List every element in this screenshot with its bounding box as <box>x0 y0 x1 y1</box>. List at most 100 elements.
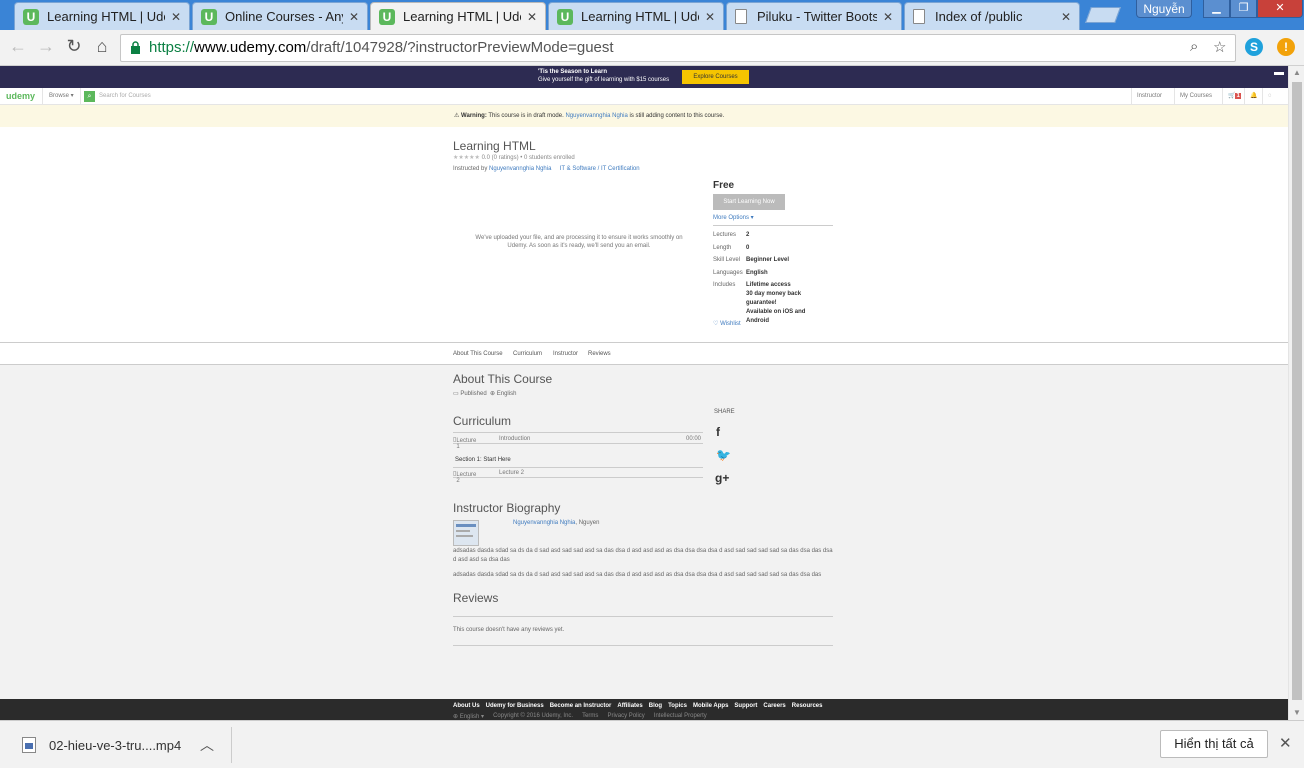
document-icon <box>913 9 925 24</box>
tab-title: Index of /public <box>935 9 1023 24</box>
video-file-icon[interactable] <box>22 737 36 753</box>
tab-3-active[interactable]: U Learning HTML | Udem ✕ <box>370 2 546 30</box>
facebook-icon[interactable]: f <box>716 425 720 439</box>
footer-link[interactable]: Careers <box>763 703 785 709</box>
tab-5[interactable]: Piluku - Twitter Boots ✕ <box>726 2 902 30</box>
course-header: Learning HTML ★★★★★ 0.0 (0 ratings) • 0 … <box>0 127 1288 343</box>
reviews-empty: This course doesn't have any reviews yet… <box>453 627 565 633</box>
download-filename[interactable]: 02-hieu-ve-3-tru....mp4 <box>49 738 181 753</box>
chevron-up-icon[interactable]: ︿ <box>200 735 214 755</box>
skype-extension-icon[interactable]: S <box>1245 38 1263 56</box>
back-icon[interactable]: ← <box>6 36 30 57</box>
footer-link[interactable]: Udemy for Business <box>486 703 544 709</box>
warning-text-after: is still adding content to this course. <box>629 113 725 119</box>
browse-menu[interactable]: Browse ▾ <box>42 88 81 105</box>
close-icon[interactable]: ✕ <box>883 10 893 24</box>
download-shelf: 02-hieu-ve-3-tru....mp4 ︿ Hiển thị tất c… <box>0 720 1304 768</box>
privacy-link[interactable]: Privacy Policy <box>607 713 644 720</box>
forward-icon[interactable]: → <box>34 36 58 57</box>
show-all-button[interactable]: Hiển thị tất cả <box>1160 730 1268 758</box>
reload-icon[interactable]: ↻ <box>62 36 86 57</box>
scroll-up-icon[interactable]: ▲ <box>1289 66 1304 80</box>
bookmark-star-icon[interactable]: ☆ <box>1213 38 1226 56</box>
copyright: Copyright © 2016 Udemy, Inc. <box>493 713 574 719</box>
twitter-icon[interactable]: 🐦 <box>716 448 731 462</box>
udemy-logo[interactable]: udemy <box>6 91 35 101</box>
footer-legal: ⊕ English ▾ Copyright © 2016 Udemy, Inc.… <box>453 713 707 720</box>
category-link[interactable]: IT & Software / IT Certification <box>560 166 640 172</box>
window-close-button[interactable]: ✕ <box>1257 0 1303 18</box>
wishlist-button[interactable]: ♡ Wishlist <box>713 320 741 327</box>
close-icon[interactable]: ✕ <box>171 10 181 24</box>
my-courses-link[interactable]: My Courses <box>1174 88 1217 105</box>
url-path: /draft/1047928/?instructorPreviewMode=gu… <box>306 39 614 56</box>
instructor-link[interactable]: Instructor <box>1131 88 1167 105</box>
close-icon[interactable]: ✕ <box>705 10 715 24</box>
warning-label: Warning: <box>461 113 487 119</box>
instructor-avatar[interactable] <box>453 520 479 546</box>
subnav-instructor[interactable]: Instructor <box>553 351 578 357</box>
course-title: Learning HTML <box>453 139 536 153</box>
subnav-reviews[interactable]: Reviews <box>588 351 611 357</box>
footer-link[interactable]: Topics <box>668 703 687 709</box>
subnav-about[interactable]: About This Course <box>453 351 503 357</box>
search-input[interactable]: Search for Courses <box>99 93 151 99</box>
minimize-banner-icon[interactable]: ▬ <box>1274 67 1284 78</box>
ip-link[interactable]: Intellectual Property <box>654 713 707 720</box>
footer-link[interactable]: Resources <box>792 703 823 709</box>
tab-4[interactable]: U Learning HTML | Udem ✕ <box>548 2 724 30</box>
udemy-icon: U <box>557 8 573 25</box>
course-specs: Lectures 2 Length 0 Skill Level Beginner Le… <box>713 232 806 324</box>
tab-6[interactable]: Index of /public ✕ <box>904 2 1080 30</box>
search-icon[interactable]: ⌕ <box>84 91 95 102</box>
minimize-button[interactable]: ▁ <box>1203 0 1230 18</box>
zoom-icon[interactable]: ⌕ <box>1190 38 1198 55</box>
explore-courses-button[interactable]: Explore Courses <box>682 70 749 84</box>
footer-link[interactable]: Support <box>734 703 757 709</box>
lecture-row[interactable]: ▯ Lecture 1 Introduction 00:00 <box>453 434 703 450</box>
cart-icon[interactable]: 🛒1 <box>1222 88 1246 105</box>
instructed-by: Instructed by Nguyenvannghia Nghia IT & … <box>453 166 640 172</box>
site-footer: About Us Udemy for Business Become an In… <box>0 699 1288 720</box>
divider <box>231 727 232 763</box>
tab-2[interactable]: U Online Courses - Anyt ✕ <box>192 2 368 30</box>
video-processing-message: We've uploaded your file, and are proces… <box>475 235 683 249</box>
footer-link[interactable]: Mobile Apps <box>693 703 728 709</box>
bio-paragraph: adsadas dasda sdad sa ds da d sad asd sa… <box>453 548 833 563</box>
close-icon[interactable]: ✕ <box>527 10 537 24</box>
avatar[interactable]: ◌ <box>1262 88 1277 105</box>
alert-extension-icon[interactable]: ! <box>1277 38 1295 56</box>
tab-1[interactable]: U Learning HTML | Udem ✕ <box>14 2 190 30</box>
profile-button[interactable]: Nguyễn <box>1136 0 1192 18</box>
start-learning-button[interactable]: Start Learning Now <box>713 194 785 210</box>
divider <box>713 225 833 226</box>
author-link[interactable]: Nguyenvannghia Nghia <box>565 113 627 119</box>
page-scrollbar[interactable]: ▲ ▼ <box>1288 66 1304 720</box>
new-tab-button[interactable] <box>1085 7 1121 23</box>
language-selector[interactable]: ⊕ English ▾ <box>453 713 484 720</box>
section-title: Section 1: Start Here <box>455 457 511 463</box>
close-icon[interactable]: ✕ <box>1061 10 1071 24</box>
terms-link[interactable]: Terms <box>582 713 598 720</box>
subnav-curriculum[interactable]: Curriculum <box>513 351 542 357</box>
more-options-link[interactable]: More Options ▾ <box>713 214 754 221</box>
address-bar[interactable]: https://www.udemy.com/draft/1047928/?ins… <box>120 34 1236 62</box>
close-icon[interactable]: ✕ <box>349 10 359 24</box>
course-price: Free <box>713 180 735 191</box>
home-icon[interactable]: ⌂ <box>90 36 114 57</box>
about-title: About This Course <box>453 372 553 386</box>
footer-link[interactable]: Affiliates <box>617 703 642 709</box>
close-icon[interactable]: ✕ <box>1279 734 1292 752</box>
promo-subtitle: Give yourself the gift of learning with … <box>538 77 670 83</box>
footer-link[interactable]: About Us <box>453 703 480 709</box>
google-plus-icon[interactable]: g+ <box>715 471 729 485</box>
instructor-link[interactable]: Nguyenvannghia Nghia <box>489 166 551 172</box>
footer-link[interactable]: Blog <box>649 703 662 709</box>
footer-link[interactable]: Become an Instructor <box>550 703 612 709</box>
scroll-down-icon[interactable]: ▼ <box>1289 706 1304 720</box>
notification-bell-icon[interactable]: 🔔 <box>1244 88 1262 105</box>
lecture-row[interactable]: ▯ Lecture 2 Lecture 2 <box>453 468 703 484</box>
promo-title: 'Tis the Season to Learn <box>538 69 607 75</box>
maximize-button[interactable]: ❐ <box>1230 0 1257 18</box>
scrollbar-thumb[interactable] <box>1292 82 1302 700</box>
